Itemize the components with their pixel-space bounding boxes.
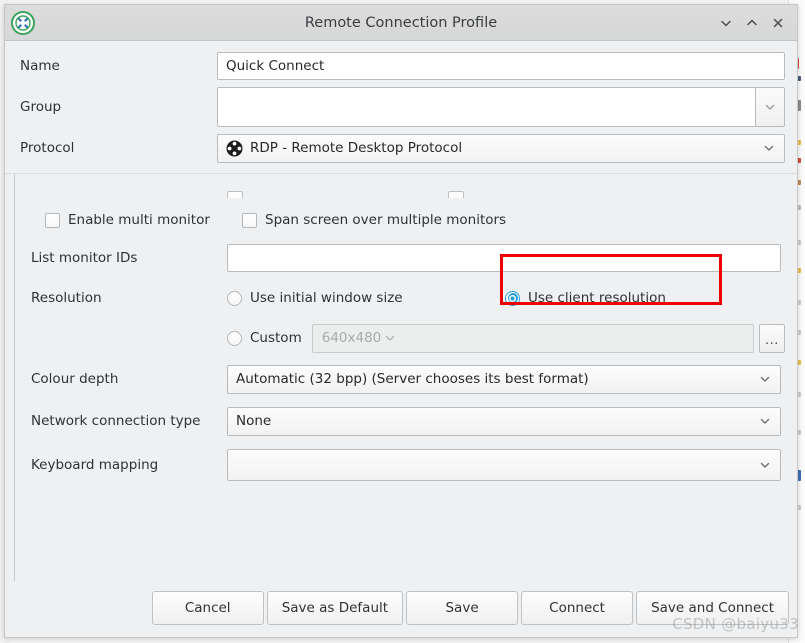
remmina-icon (11, 10, 35, 35)
rdp-protocol-icon (226, 140, 243, 157)
close-button[interactable] (767, 12, 789, 34)
colour-depth-row: Colour depth Automatic (32 bpp) (Server … (17, 358, 785, 400)
pane-left-divider (14, 174, 15, 581)
use-client-resolution-label: Use client resolution (528, 290, 666, 306)
resolution-row: Resolution Use initial window size Use c… (17, 278, 785, 318)
network-type-select[interactable]: None (227, 406, 781, 436)
colour-depth-label: Colour depth (31, 371, 119, 387)
name-label: Name (20, 58, 60, 74)
save-and-connect-button[interactable]: Save and Connect (636, 591, 789, 625)
protocol-label: Protocol (20, 140, 75, 156)
window-title: Remote Connection Profile (304, 14, 498, 31)
custom-resolution-row: Custom 640x480 ... (17, 318, 785, 358)
enable-multi-monitor-checkbox[interactable]: Enable multi monitor (45, 212, 242, 228)
keyboard-mapping-label: Keyboard mapping (31, 457, 159, 473)
chevron-down-icon[interactable] (755, 87, 785, 127)
protocol-select[interactable]: RDP - Remote Desktop Protocol (217, 133, 785, 163)
custom-resolution-label: Custom (250, 330, 302, 346)
group-label: Group (20, 99, 62, 115)
chevron-down-icon[interactable] (756, 370, 774, 388)
radio-icon (227, 330, 242, 346)
chevron-down-icon[interactable] (381, 329, 399, 347)
group-combo[interactable] (217, 87, 785, 127)
network-type-value: None (236, 413, 272, 429)
custom-resolution-select[interactable]: 640x480 (311, 323, 754, 353)
monitor-ids-input[interactable] (227, 244, 781, 272)
use-initial-window-size-label: Use initial window size (250, 290, 403, 306)
window-titlebar[interactable]: Remote Connection Profile (5, 5, 797, 41)
monitor-checkbox-row: Enable multi monitor Span screen over mu… (17, 202, 785, 238)
settings-pane[interactable]: Enable multi monitor Span screen over mu… (5, 174, 797, 581)
checkbox-icon (242, 212, 257, 228)
span-screen-label: Span screen over multiple monitors (265, 212, 507, 228)
minimize-button[interactable] (715, 12, 737, 34)
remote-connection-profile-dialog: Remote Connection Profile Name Quick Con… (4, 4, 798, 638)
use-client-resolution-radio[interactable]: Use client resolution (505, 290, 666, 306)
use-initial-window-size-radio[interactable]: Use initial window size (227, 290, 505, 306)
window-controls (715, 12, 797, 34)
checkbox-icon (45, 212, 60, 228)
group-input[interactable] (217, 87, 755, 127)
name-input[interactable]: Quick Connect (217, 52, 785, 80)
keyboard-mapping-select[interactable] (227, 449, 781, 481)
keyboard-mapping-row: Keyboard mapping (17, 442, 785, 488)
radio-icon-selected (505, 290, 520, 306)
enable-multi-monitor-label: Enable multi monitor (68, 212, 210, 228)
save-button[interactable]: Save (406, 591, 519, 625)
monitor-ids-label: List monitor IDs (31, 250, 138, 266)
cancel-button[interactable]: Cancel (151, 591, 264, 625)
profile-header-form: Name Quick Connect Group Protocol RDP - … (5, 41, 797, 174)
save-as-default-button[interactable]: Save as Default (266, 591, 404, 625)
maximize-button[interactable] (741, 12, 763, 34)
colour-depth-select[interactable]: Automatic (32 bpp) (Server chooses its b… (227, 364, 781, 394)
dialog-footer: Cancel Save as Default Save Connect Save… (5, 581, 797, 637)
group-row: Group (17, 85, 785, 129)
radio-icon (227, 290, 242, 306)
colour-depth-value: Automatic (32 bpp) (Server chooses its b… (236, 371, 589, 387)
resolution-browse-button[interactable]: ... (759, 323, 785, 353)
network-type-label: Network connection type (31, 413, 201, 429)
chevron-down-icon[interactable] (760, 139, 778, 157)
chevron-down-icon[interactable] (756, 456, 774, 474)
name-row: Name Quick Connect (17, 49, 785, 83)
span-screen-checkbox[interactable]: Span screen over multiple monitors (242, 212, 506, 228)
custom-resolution-placeholder: 640x480 (321, 330, 382, 346)
protocol-value: RDP - Remote Desktop Protocol (250, 140, 463, 156)
connect-button[interactable]: Connect (521, 591, 634, 625)
custom-resolution-radio[interactable]: Custom (227, 330, 302, 346)
monitor-ids-row: List monitor IDs (17, 238, 785, 278)
clipped-row-above (17, 180, 785, 198)
resolution-label: Resolution (31, 290, 102, 306)
chevron-down-icon[interactable] (756, 412, 774, 430)
protocol-row: Protocol RDP - Remote Desktop Protocol (17, 131, 785, 165)
network-type-row: Network connection type None (17, 400, 785, 442)
